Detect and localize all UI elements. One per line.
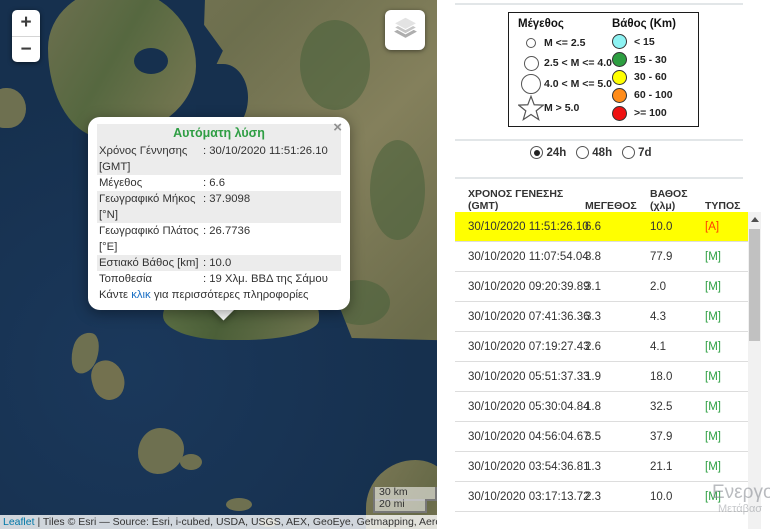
legend-item: 2.5 < M <= 4.0 [518,53,610,73]
popup-row-origin-time: Χρόνος Γέννησης [GMT] : 30/10/2020 11:51… [97,143,341,175]
depth-red-dot-icon [612,106,627,121]
depth-green-dot-icon [612,52,627,67]
popup-title: Αυτόματη λύση [97,124,341,143]
events-table: ΧΡΟΝΟΣ ΓΕΝΕΣΗΣ (GMT) ΜΕΓΕΘΟΣ ΒΑΘΟΣ (χλμ)… [455,184,748,512]
table-row[interactable]: 30/10/2020 07:19:27.43 2.6 4.1 [M] [455,332,748,362]
table-row[interactable]: 30/10/2020 04:56:04.67 3.5 37.9 [M] [455,422,748,452]
header-type: ΤΥΠΟΣ [705,200,748,212]
radio-7d[interactable]: 7d [622,146,651,159]
table-row[interactable]: 30/10/2020 03:54:36.81 1.3 21.1 [M] [455,452,748,482]
leaflet-link[interactable]: Leaflet [3,516,35,528]
legend-depth: Βάθος (Km) < 15 15 - 30 30 - 60 60 - 100… [610,18,694,122]
magnitude-large-circle-icon [518,74,544,94]
time-filter: 24h 48h 7d [455,146,727,159]
divider [455,139,743,141]
zoom-in-button[interactable]: + [12,10,40,36]
legend-item: M <= 2.5 [518,33,610,53]
legend-box: Μέγεθος M <= 2.5 2.5 < M <= 4.0 4.0 < M … [508,12,699,127]
type-badge: [M] [705,401,748,413]
table-row[interactable]: 30/10/2020 05:51:37.33 1.9 18.0 [M] [455,362,748,392]
map-attribution: Leaflet | Tiles © Esri — Source: Esri, i… [0,515,437,529]
table-row[interactable]: 30/10/2020 05:30:04.84 1.8 32.5 [M] [455,392,748,422]
legend-item: < 15 [612,33,694,51]
legend-item: 30 - 60 [612,69,694,87]
popup-more-info-link[interactable]: κλικ [131,289,150,301]
legend-magnitude: Μέγεθος M <= 2.5 2.5 < M <= 4.0 4.0 < M … [518,18,610,122]
table-row[interactable]: 30/10/2020 03:17:13.72 2.3 10.0 [M] [455,482,748,512]
popup-row-latitude: Γεωγραφικό Πλάτος [°E] : 26.7736 [97,223,341,255]
radio-7d-circle [622,146,635,159]
radio-48h[interactable]: 48h [576,146,612,159]
type-badge: [A] [705,221,748,233]
magnitude-small-circle-icon [518,38,544,48]
type-badge: [M] [705,281,748,293]
popup-row-depth: Εστιακό Βάθος [km] : 10.0 [97,255,341,271]
legend-magnitude-title: Μέγεθος [518,18,610,30]
legend-item: M > 5.0 [518,94,610,122]
windows-activation-watermark: Ενεργο Μετάβασ [712,482,770,516]
popup-close-icon[interactable]: × [333,121,342,135]
popup-row-longitude: Γεωγραφικό Μήκος [°N] : 37.9098 [97,191,341,223]
scrollbar-thumb[interactable] [749,229,760,341]
table-row[interactable]: 30/10/2020 11:51:26.10 6.6 10.0 [A] [455,212,748,242]
type-badge: [M] [705,371,748,383]
magnitude-medium-circle-icon [518,56,544,71]
attribution-text: | Tiles © Esri — Source: Esri, i-cubed, … [35,516,437,528]
table-row[interactable]: 30/10/2020 09:20:39.89 3.1 2.0 [M] [455,272,748,302]
type-badge: [M] [705,341,748,353]
popup-row-magnitude: Μέγεθος : 6.6 [97,175,341,191]
depth-orange-dot-icon [612,88,627,103]
table-row[interactable]: 30/10/2020 11:07:54.04 3.8 77.9 [M] [455,242,748,272]
legend-item: 60 - 100 [612,86,694,104]
depth-yellow-dot-icon [612,70,627,85]
radio-24h-circle [530,146,543,159]
header-magnitude: ΜΕΓΕΘΟΣ [585,200,650,212]
legend-depth-title: Βάθος (Km) [612,18,694,30]
events-panel: Μέγεθος M <= 2.5 2.5 < M <= 4.0 4.0 < M … [437,0,770,529]
islet-1 [180,454,202,470]
type-badge: [M] [705,251,748,263]
earthquake-popup: × Αυτόματη λύση Χρόνος Γέννησης [GMT] : … [88,117,350,310]
scrollbar-up-arrow-icon[interactable] [748,212,761,227]
layers-control-button[interactable] [385,10,425,50]
legend-item: 4.0 < M <= 5.0 [518,74,610,94]
table-header: ΧΡΟΝΟΣ ΓΕΝΕΣΗΣ (GMT) ΜΕΓΕΘΟΣ ΒΑΘΟΣ (χλμ)… [455,184,748,212]
popup-row-location: Τοποθεσία : 19 Χλμ. ΒΒΔ της Σάμου [97,271,341,287]
map-scale-control: 30 km 20 mi [373,487,437,513]
divider [455,177,743,179]
legend-item: 15 - 30 [612,51,694,69]
radio-24h[interactable]: 24h [530,146,566,159]
type-badge: [M] [705,311,748,323]
magnitude-star-icon [518,94,544,122]
zoom-out-button[interactable]: − [12,36,40,62]
type-badge: [M] [705,431,748,443]
divider [455,3,743,5]
type-badge: [M] [705,461,748,473]
popup-footer: Κάντε κλικ για περισσότερες πληροφορίες [97,287,341,303]
legend-item: >= 100 [612,104,694,122]
header-time: ΧΡΟΝΟΣ ΓΕΝΕΣΗΣ (GMT) [468,188,585,212]
scale-mi: 20 mi [373,499,427,513]
header-depth: ΒΑΘΟΣ (χλμ) [650,188,705,212]
map-zoom-control: + − [12,10,40,62]
depth-cyan-dot-icon [612,34,627,49]
table-row[interactable]: 30/10/2020 07:41:36.36 3.3 4.3 [M] [455,302,748,332]
map-canvas[interactable]: + − × Αυτόματη λύση Χρόνος Γέννησης [GMT… [0,0,437,529]
layers-icon [392,14,419,46]
radio-48h-circle [576,146,589,159]
islet-2 [226,498,252,511]
